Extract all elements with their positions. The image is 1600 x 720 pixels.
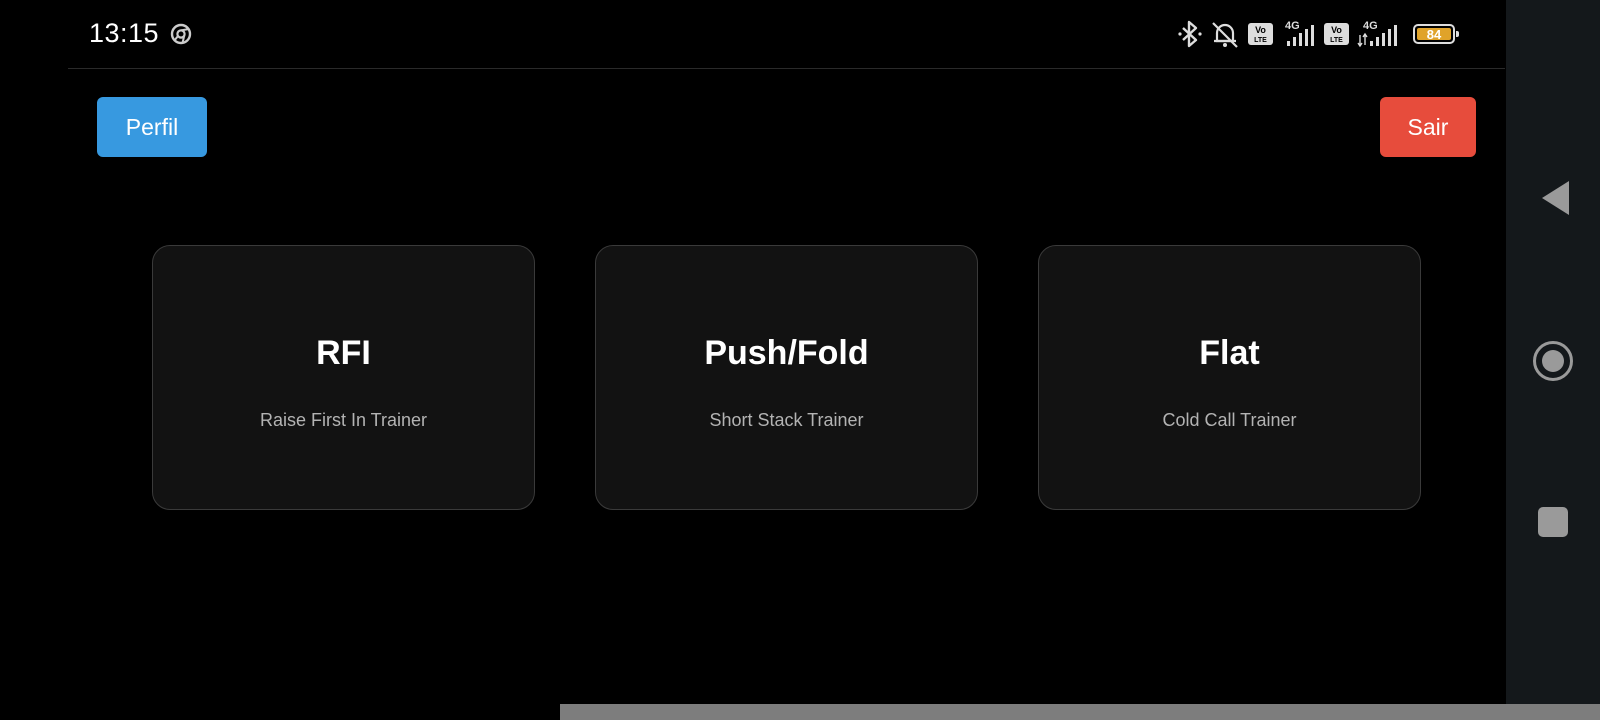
network-label-2: 4G (1363, 20, 1378, 32)
svg-text:LTE: LTE (1330, 37, 1343, 44)
volte-icon-2: Vo LTE (1324, 23, 1349, 45)
signal-icon: 4G (1285, 20, 1314, 46)
navigation-bar (1506, 0, 1600, 720)
status-bar: 13:15 Vo LTE 4G Vo LTE 4G 84 (68, 0, 1505, 69)
card-rfi[interactable]: RFI Raise First In Trainer (152, 245, 535, 510)
profile-button[interactable]: Perfil (97, 97, 207, 157)
card-subtitle: Short Stack Trainer (709, 410, 864, 430)
card-subtitle: Cold Call Trainer (1162, 410, 1297, 430)
alarm-muted-icon (1212, 22, 1238, 48)
status-icons: Vo LTE 4G Vo LTE 4G 84 (1177, 17, 1459, 51)
status-time: 13:15 (89, 18, 160, 48)
card-title: Push/Fold (704, 334, 869, 372)
back-icon[interactable] (1541, 180, 1571, 216)
card-title: RFI (316, 334, 371, 372)
network-label-1: 4G (1285, 20, 1300, 32)
svg-text:LTE: LTE (1254, 37, 1267, 44)
volte-icon: Vo LTE (1248, 23, 1273, 45)
battery-level: 84 (1417, 27, 1451, 42)
battery-cap (1456, 31, 1459, 37)
volte-label-1: Vo (1255, 25, 1266, 35)
card-title: Flat (1199, 334, 1260, 372)
card-subtitle: Raise First In Trainer (259, 410, 428, 430)
recents-icon[interactable] (1538, 507, 1568, 537)
chrome-icon (170, 23, 192, 45)
battery-icon: 84 (1413, 24, 1459, 44)
card-flat[interactable]: Flat Cold Call Trainer (1038, 245, 1421, 510)
signal-icon-2: 4G (1357, 20, 1397, 48)
bluetooth-icon (1178, 20, 1202, 48)
exit-button[interactable]: Sair (1380, 97, 1476, 157)
horizontal-scrollbar[interactable] (560, 704, 1600, 720)
card-push-fold[interactable]: Push/Fold Short Stack Trainer (595, 245, 978, 510)
volte-label-2: Vo (1331, 25, 1342, 35)
app-screen: 13:15 Vo LTE 4G Vo LTE 4G 84 Perfil Sair… (0, 0, 1600, 720)
home-icon[interactable] (1533, 341, 1573, 381)
